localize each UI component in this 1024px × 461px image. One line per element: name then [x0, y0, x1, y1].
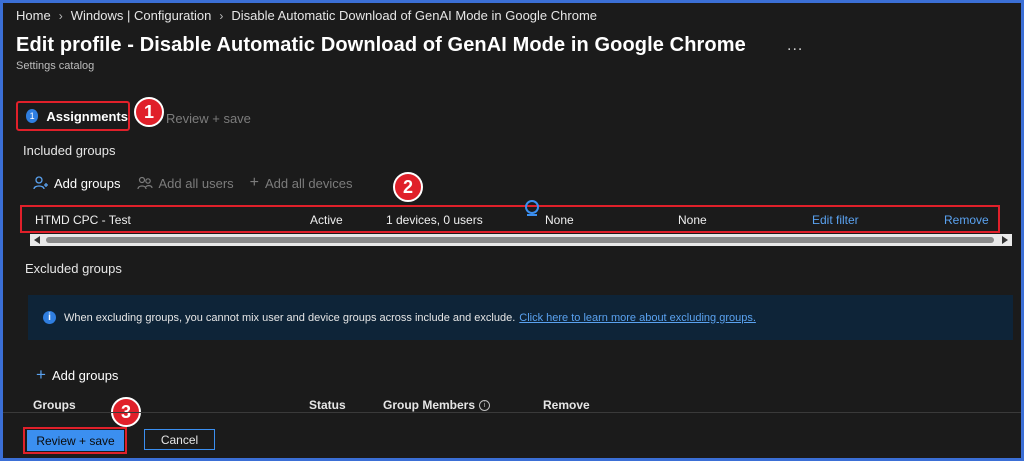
review-save-button[interactable]: Review + save [27, 430, 124, 451]
annotation-callout-2: 2 [393, 172, 423, 202]
chevron-right-icon: › [58, 8, 63, 23]
more-options-icon[interactable]: ... [787, 37, 803, 55]
included-toolbar: Add groups Add all users + Add all devic… [33, 174, 352, 192]
info-message: When excluding groups, you cannot mix us… [64, 311, 516, 324]
add-groups-label: Add groups [51, 367, 119, 383]
exclusion-info-bar: i When excluding groups, you cannot mix … [28, 295, 1013, 340]
row-filter-mode: None [678, 213, 707, 227]
column-header-groups: Groups [33, 398, 76, 412]
scroll-right-arrow-icon[interactable] [1002, 236, 1008, 244]
breadcrumb-current-profile[interactable]: Disable Automatic Download of GenAI Mode… [231, 8, 597, 23]
plus-icon: + [36, 365, 46, 384]
info-icon: i [43, 311, 56, 324]
add-all-devices-button[interactable]: + Add all devices [250, 174, 353, 192]
scroll-thumb[interactable] [46, 237, 994, 243]
people-icon [136, 176, 153, 190]
column-header-status: Status [309, 398, 346, 412]
breadcrumb: Home › Windows | Configuration › Disable… [16, 8, 597, 23]
learn-more-link[interactable]: Click here to learn more about excluding… [519, 312, 756, 324]
row-filter: None [545, 213, 574, 227]
column-header-groups-label: Groups [33, 398, 76, 412]
remove-link[interactable]: Remove [944, 213, 989, 227]
column-header-members-label: Group Members [383, 398, 476, 412]
row-status: Active [310, 213, 343, 227]
step-label: Assignments [46, 108, 128, 124]
edit-filter-link[interactable]: Edit filter [812, 213, 859, 227]
annotation-callout-1: 1 [134, 97, 164, 127]
breadcrumb-home[interactable]: Home [16, 8, 51, 23]
add-groups-label: Add groups [54, 175, 121, 191]
footer-divider [3, 412, 1021, 413]
step-review-save[interactable]: Review + save [166, 111, 251, 126]
page-title: Edit profile - Disable Automatic Downloa… [16, 34, 746, 56]
included-groups-label: Included groups [23, 143, 116, 158]
add-all-users-label: Add all users [158, 175, 234, 191]
column-header-remove: Remove [543, 398, 590, 412]
add-all-users-button[interactable]: Add all users [136, 175, 234, 191]
horizontal-scrollbar[interactable] [30, 234, 1012, 246]
excluded-groups-label: Excluded groups [25, 261, 122, 276]
add-groups-button[interactable]: Add groups [33, 176, 121, 191]
column-header-status-label: Status [309, 398, 346, 412]
person-add-icon [33, 176, 48, 190]
plus-icon: + [249, 174, 259, 191]
breadcrumb-windows-configuration[interactable]: Windows | Configuration [71, 8, 212, 23]
scroll-left-arrow-icon[interactable] [34, 236, 40, 244]
page-subtitle: Settings catalog [16, 60, 95, 72]
step-number: 1 [26, 109, 39, 123]
add-all-devices-label: Add all devices [265, 175, 353, 191]
add-excluded-groups-button[interactable]: + Add groups [36, 365, 118, 385]
column-header-remove-label: Remove [543, 398, 590, 412]
chevron-right-icon: › [219, 8, 224, 23]
watermark-logo [525, 200, 539, 216]
cancel-button[interactable]: Cancel [144, 429, 215, 450]
row-group-name: HTMD CPC - Test [35, 213, 131, 227]
step-assignments[interactable]: 1 Assignments [16, 101, 130, 131]
info-circle-icon[interactable]: i [479, 399, 491, 411]
column-header-group-members: Group Members i [383, 398, 491, 412]
row-group-members: 1 devices, 0 users [386, 213, 483, 227]
included-group-row[interactable]: HTMD CPC - Test Active 1 devices, 0 user… [20, 205, 1000, 233]
main-frame: Home › Windows | Configuration › Disable… [3, 3, 1021, 458]
